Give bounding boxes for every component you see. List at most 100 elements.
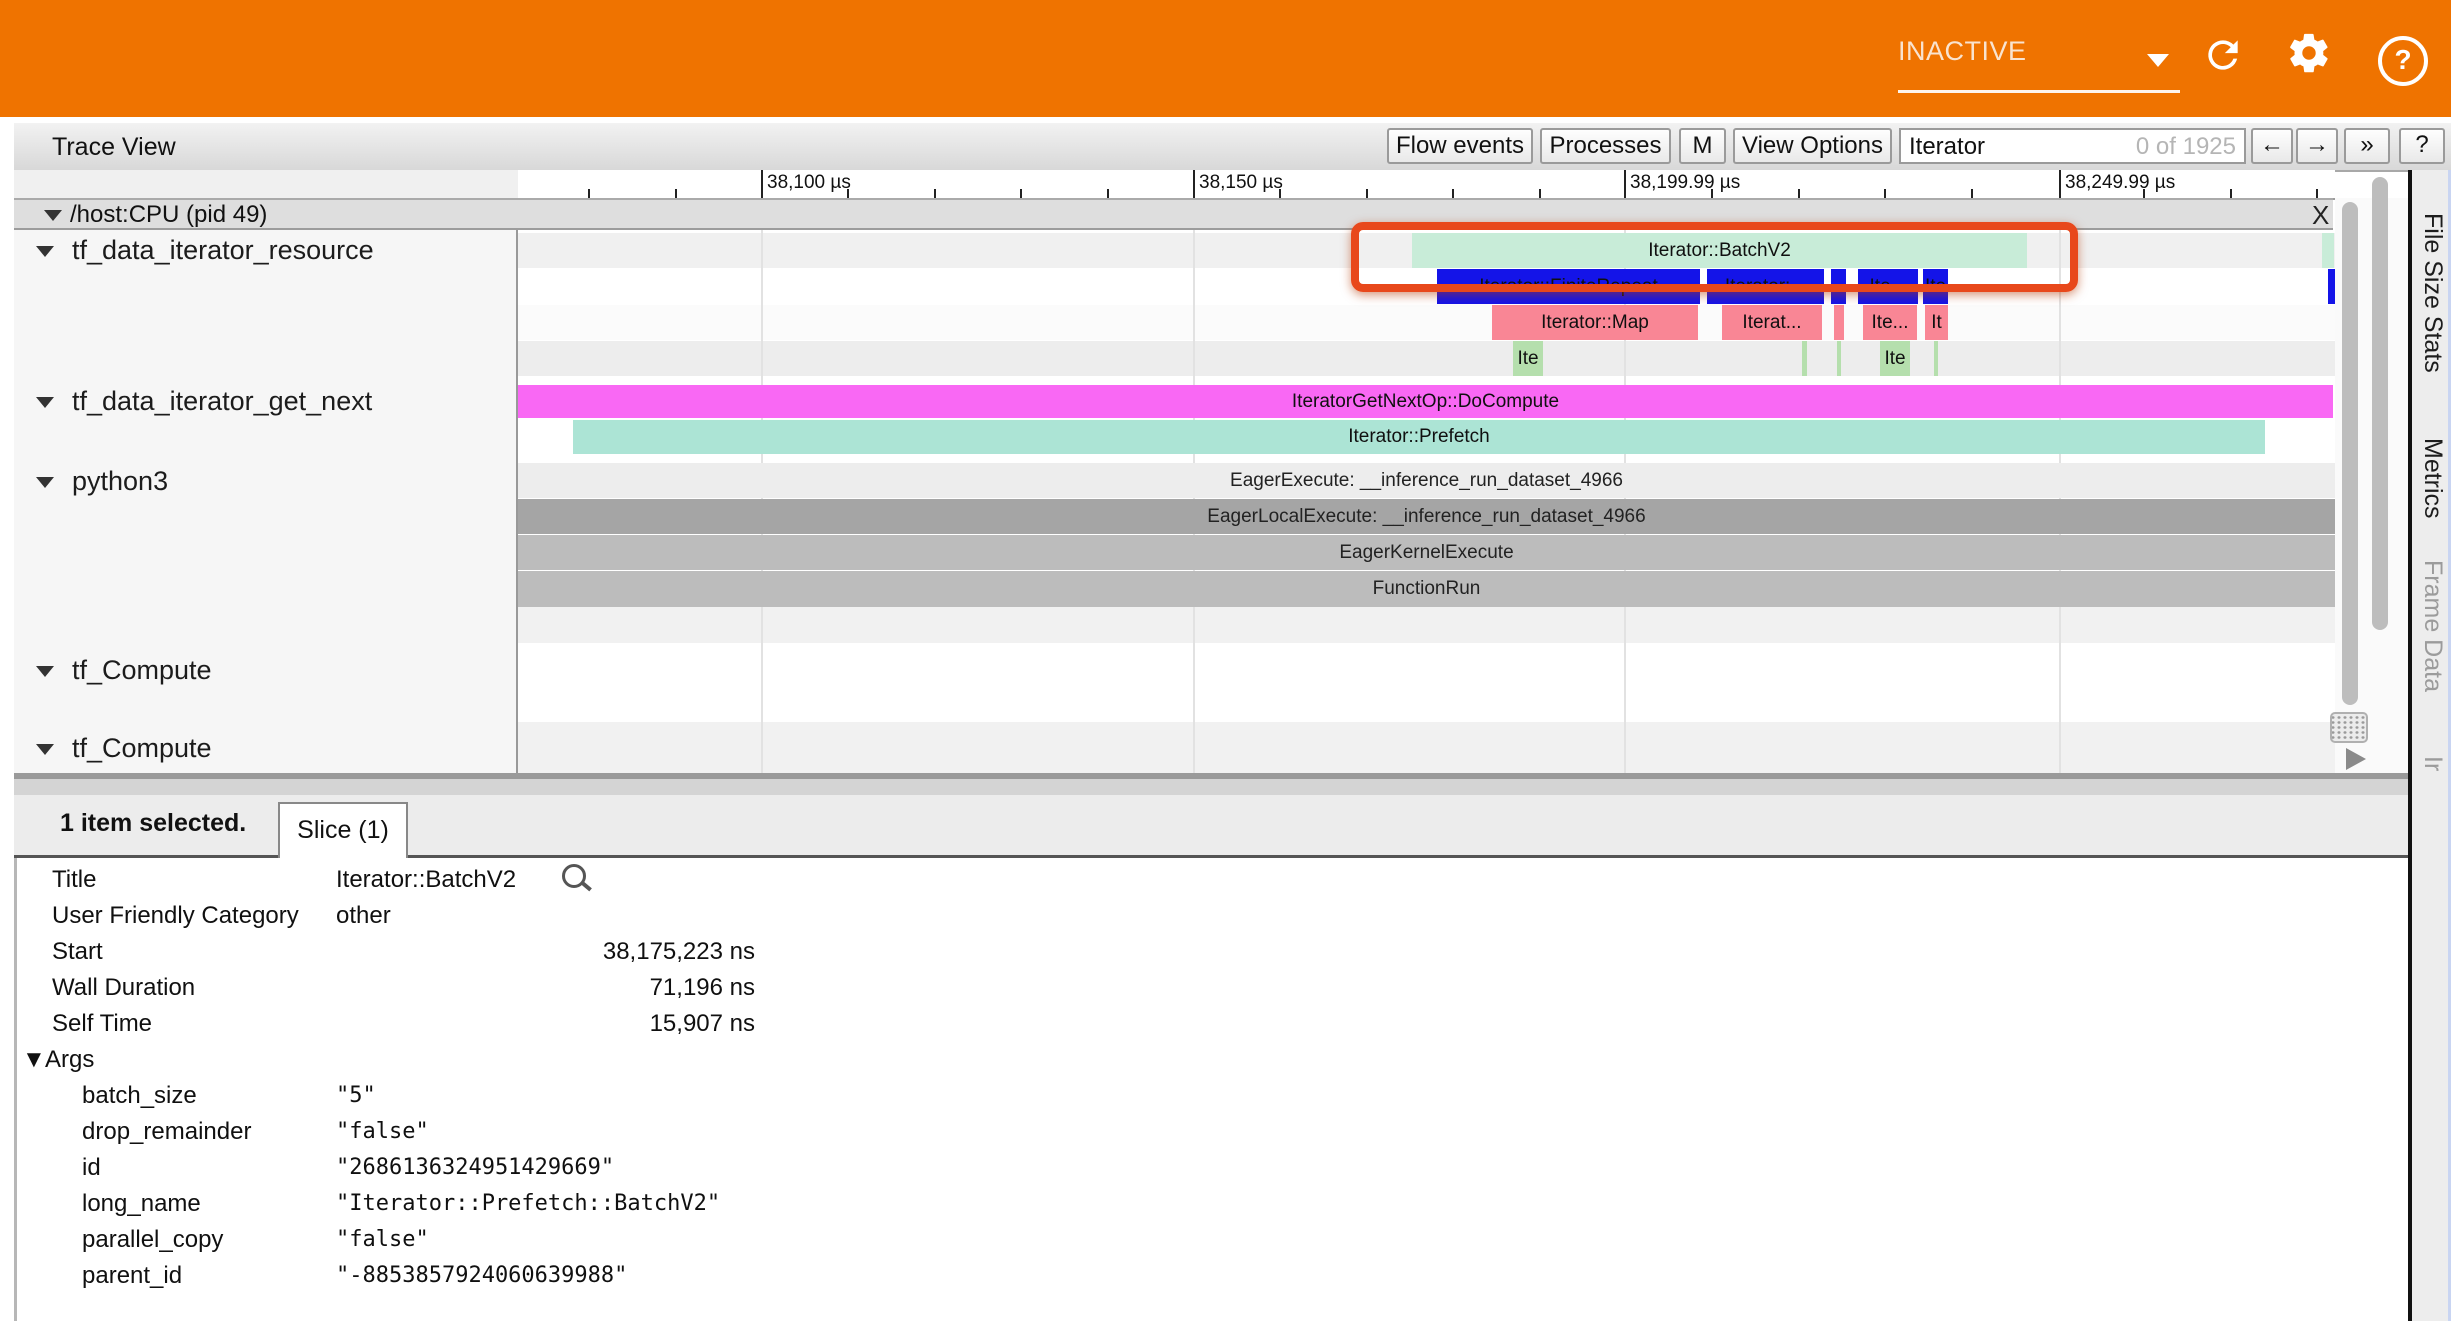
- detail-row: Self Time15,907 ns: [17, 1006, 2408, 1042]
- track-collapse-arrow-icon[interactable]: [36, 666, 54, 677]
- args-toggle[interactable]: ▼: [22, 1046, 46, 1074]
- drag-handle[interactable]: [2330, 712, 2368, 743]
- sidebar-tab-frame-data[interactable]: Frame Data: [2418, 560, 2447, 692]
- nav-button[interactable]: ←: [2251, 128, 2293, 164]
- trace-slice[interactable]: Iterator::BatchV2: [1412, 233, 2027, 268]
- vertical-scrollbar-thumb[interactable]: [2342, 202, 2358, 705]
- detail-value: Iterator::BatchV2: [336, 866, 516, 894]
- trace-viewer-app: INACTIVE ? Trace View Iterator 0 of 1925…: [0, 0, 2451, 1321]
- trace-band[interactable]: EagerLocalExecute: __inference_run_datas…: [518, 499, 2335, 534]
- trace-slice[interactable]: [1831, 269, 1846, 304]
- slice-details-table: TitleIterator::BatchV2User Friendly Cate…: [17, 858, 2408, 1321]
- toolbar-button-m[interactable]: M: [1679, 128, 1726, 164]
- close-icon[interactable]: X: [2312, 200, 2329, 231]
- arg-value: "false": [336, 1119, 429, 1144]
- sidebar-tab-metrics[interactable]: Metrics: [2418, 438, 2447, 519]
- trace-slice[interactable]: Ite: [1923, 269, 1948, 304]
- arg-row: id"2686136324951429669": [17, 1150, 2408, 1186]
- ruler-minor-tick: [847, 189, 849, 198]
- search-input[interactable]: Iterator 0 of 1925: [1899, 128, 2246, 164]
- process-label: /host:CPU (pid 49): [70, 201, 267, 229]
- trace-slice[interactable]: IteratorGetNextOp::DoCompute: [518, 385, 2333, 418]
- sidebar-tab-file-size-stats[interactable]: File Size Stats: [2418, 213, 2447, 373]
- ruler-major-tick: [2059, 170, 2061, 198]
- toolbar-button-flow-events[interactable]: Flow events: [1387, 128, 1533, 164]
- trace-slice[interactable]: Iterator::FiniteRepeat: [1437, 269, 1700, 304]
- track-label-3: tf_Compute: [72, 655, 212, 686]
- trace-slice[interactable]: [1802, 341, 1807, 376]
- trace-slice[interactable]: Iterator:...: [1707, 269, 1824, 304]
- track-collapse-arrow-icon[interactable]: [36, 397, 54, 408]
- timeline-row-background: [518, 722, 2335, 773]
- detail-label: Self Time: [52, 1010, 152, 1038]
- toolbar-button-view-options[interactable]: View Options: [1733, 128, 1892, 164]
- track-collapse-arrow-icon[interactable]: [36, 477, 54, 488]
- chevron-down-icon: [2147, 54, 2169, 67]
- ruler-tick-label: 38,150 µs: [1199, 172, 1283, 194]
- ruler-minor-tick: [2316, 189, 2318, 198]
- sidebar-tab-ir[interactable]: Ir: [2418, 756, 2447, 771]
- ruler-minor-tick: [1279, 189, 1281, 198]
- arg-row: drop_remainder"false": [17, 1114, 2408, 1150]
- detail-row: Wall Duration71,196 ns: [17, 970, 2408, 1006]
- refresh-icon[interactable]: [2201, 33, 2245, 77]
- trace-slice[interactable]: [1934, 341, 1938, 376]
- trace-slice[interactable]: It: [1925, 305, 1948, 340]
- ruler-minor-tick: [2143, 189, 2145, 198]
- collapse-arrow-icon[interactable]: [44, 210, 62, 221]
- detail-label: Wall Duration: [52, 974, 195, 1002]
- trace-slice[interactable]: Ite: [1880, 341, 1910, 376]
- timeline-row-background: [518, 341, 2335, 376]
- tab-slice[interactable]: Slice (1): [278, 802, 408, 858]
- trace-band[interactable]: EagerKernelExecute: [518, 535, 2335, 570]
- resize-corner-icon[interactable]: [2346, 748, 2366, 770]
- gear-icon[interactable]: [2286, 30, 2334, 78]
- trace-slice[interactable]: [1834, 305, 1844, 340]
- trace-slice[interactable]: [2322, 233, 2334, 268]
- detail-label: User Friendly Category: [52, 902, 299, 930]
- run-selector-value: INACTIVE: [1898, 36, 2027, 66]
- track-label-0: tf_data_iterator_resource: [72, 235, 374, 266]
- trace-slice[interactable]: Ite: [1513, 341, 1543, 376]
- trace-slice[interactable]: [2328, 269, 2335, 304]
- dropdown-underline: [1898, 90, 2180, 93]
- ruler-minor-tick: [934, 189, 936, 198]
- nav-button[interactable]: ?: [2399, 128, 2445, 164]
- trace-slice[interactable]: [1837, 341, 1841, 376]
- arg-row: parent_id"-8853857924060639988": [17, 1258, 2408, 1294]
- trace-slice[interactable]: Iterat...: [1722, 305, 1822, 340]
- trace-band[interactable]: EagerExecute: __inference_run_dataset_49…: [518, 463, 2335, 498]
- trace-slice[interactable]: Iterator::Prefetch: [573, 420, 2265, 454]
- arg-row: long_name"Iterator::Prefetch::BatchV2": [17, 1186, 2408, 1222]
- timeline-row-background: [518, 305, 2335, 340]
- process-header: /host:CPU (pid 49) X: [14, 198, 2333, 230]
- ruler-tick-label: 38,249.99 µs: [2065, 172, 2175, 194]
- trace-slice[interactable]: Ite...: [1858, 269, 1918, 304]
- trace-slice[interactable]: Ite...: [1863, 305, 1917, 340]
- nav-button[interactable]: →: [2296, 128, 2338, 164]
- run-selector-dropdown[interactable]: INACTIVE: [1898, 36, 2180, 92]
- ruler-minor-tick: [1452, 189, 1454, 198]
- trace-slice[interactable]: Iterator::Map: [1492, 305, 1698, 340]
- ruler-minor-tick: [1884, 189, 1886, 198]
- vertical-scrollbar-thumb-2[interactable]: [2372, 177, 2388, 630]
- track-collapse-arrow-icon[interactable]: [36, 744, 54, 755]
- ruler-tick-label: 38,100 µs: [767, 172, 851, 194]
- ruler-minor-tick: [1971, 189, 1973, 198]
- detail-row: TitleIterator::BatchV2: [17, 862, 2408, 898]
- detail-row: Start38,175,223 ns: [17, 934, 2408, 970]
- help-icon[interactable]: ?: [2378, 36, 2428, 86]
- details-panel-header: 1 item selected. Slice (1): [14, 795, 2408, 858]
- ruler-minor-tick: [1020, 189, 1022, 198]
- ruler-corner: [14, 170, 518, 200]
- ruler-minor-tick: [588, 189, 590, 198]
- ruler-major-tick: [1624, 170, 1626, 198]
- toolbar-button-processes[interactable]: Processes: [1540, 128, 1671, 164]
- arg-name: batch_size: [82, 1082, 197, 1110]
- trace-band[interactable]: FunctionRun: [518, 571, 2335, 607]
- scrollbar-zone: [2335, 198, 2408, 773]
- track-collapse-arrow-icon[interactable]: [36, 246, 54, 257]
- magnifier-icon[interactable]: [562, 864, 586, 888]
- timeline-row-background: [518, 269, 2335, 304]
- nav-button[interactable]: »: [2344, 128, 2390, 164]
